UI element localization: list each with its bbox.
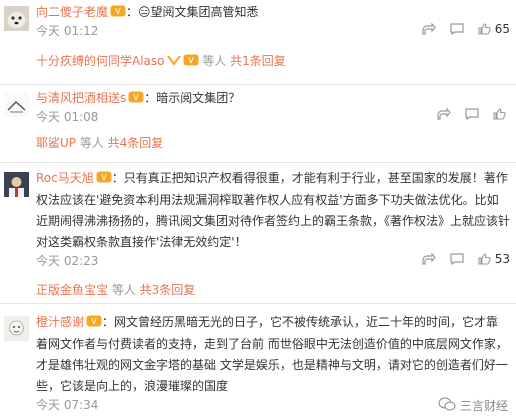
vip-badge-icon: V: [96, 169, 112, 190]
svg-text:V: V: [115, 7, 121, 16]
comment-item: 向二傻子老魔 V ：😑望阅文集团高管知悉 今天 01:12 65 十分疚缚的何同学A…: [0, 0, 516, 92]
reply-summary[interactable]: 正版金鱼宝宝 等人 共3条回复: [36, 281, 195, 298]
username[interactable]: 橙汁感谢: [36, 315, 84, 329]
username[interactable]: 与清风把酒相送s: [36, 91, 126, 105]
reply-suffix: 等人: [198, 54, 231, 68]
username[interactable]: 向二傻子老魔: [36, 5, 108, 19]
svg-text:V: V: [101, 173, 107, 182]
wechat-logo-icon: [438, 397, 456, 414]
vip-badge-icon: V: [110, 3, 126, 24]
reply-user[interactable]: 耶鲨UP: [36, 136, 76, 150]
share-icon[interactable]: [437, 108, 451, 120]
vip-badge-icon: V: [128, 89, 144, 110]
comment-icon[interactable]: [465, 108, 479, 120]
thumb-up-icon: [478, 253, 491, 265]
like-button[interactable]: 53: [478, 252, 510, 266]
svg-text:V: V: [91, 317, 97, 326]
svg-text:V: V: [134, 93, 140, 102]
vip-badge-icon: V: [86, 313, 102, 334]
divider: [0, 162, 516, 163]
divider: [0, 303, 516, 304]
like-button[interactable]: 65: [478, 22, 510, 36]
watermark: 三言财经: [438, 397, 508, 414]
comment-time: 今天 01:08: [36, 110, 99, 124]
comment-time: 今天 02:23: [36, 254, 99, 268]
reply-count[interactable]: 共4条回复: [108, 136, 164, 150]
thumb-up-icon: [493, 108, 506, 120]
like-count: 65: [494, 22, 510, 36]
reply-user[interactable]: 十分疚缚的何同学Alaso: [36, 54, 165, 68]
vip-badge-icon: [166, 54, 181, 69]
reply-summary[interactable]: 十分疚缚的何同学Alaso V 等人 共1条回复: [36, 52, 286, 69]
comment-text: ：暗示阅文集团？: [144, 91, 241, 105]
thumb-up-icon: [478, 23, 491, 35]
like-count: 53: [494, 252, 510, 266]
comment-time: 今天 01:12: [36, 24, 99, 38]
comment-item: 与清风把酒相送s V ：暗示阅文集团？ 今天 01:08 耶鲨UP 等人 共4条回复: [0, 86, 516, 166]
divider: [0, 84, 516, 85]
reply-user[interactable]: 正版金鱼宝宝: [36, 283, 108, 297]
reply-suffix: 等人: [76, 136, 108, 150]
comment-item: Roc马天旭 V ：只有真正把知识产权看得很重，才能有利于行业，甚至国家的发展！著作…: [0, 164, 516, 304]
svg-text:V: V: [188, 56, 194, 65]
watermark-text: 三言财经: [459, 399, 508, 413]
reply-count[interactable]: 共3条回复: [140, 283, 196, 297]
reply-suffix: 等人: [108, 283, 140, 297]
comment-text: ：网文曾经历黑暗无光的日子，它不被传统承认，近二十年的时间，它才靠着网文作者与付…: [36, 315, 508, 393]
reply-count[interactable]: 共1条回复: [230, 54, 286, 68]
reply-summary[interactable]: 耶鲨UP 等人 共4条回复: [36, 134, 163, 151]
vip-badge-icon: V: [183, 54, 199, 69]
comment-time: 今天 07:34: [36, 398, 99, 412]
share-icon[interactable]: [422, 23, 436, 35]
avatar[interactable]: [4, 316, 29, 341]
avatar[interactable]: [4, 6, 29, 31]
avatar[interactable]: [4, 92, 29, 117]
share-icon[interactable]: [422, 253, 436, 265]
username[interactable]: Roc马天旭: [36, 171, 94, 185]
like-button[interactable]: [493, 108, 510, 120]
avatar[interactable]: [4, 172, 29, 197]
comment-icon[interactable]: [450, 253, 464, 265]
comment-icon[interactable]: [450, 23, 464, 35]
comment-text: ：😑望阅文集团高管知悉: [126, 5, 259, 19]
